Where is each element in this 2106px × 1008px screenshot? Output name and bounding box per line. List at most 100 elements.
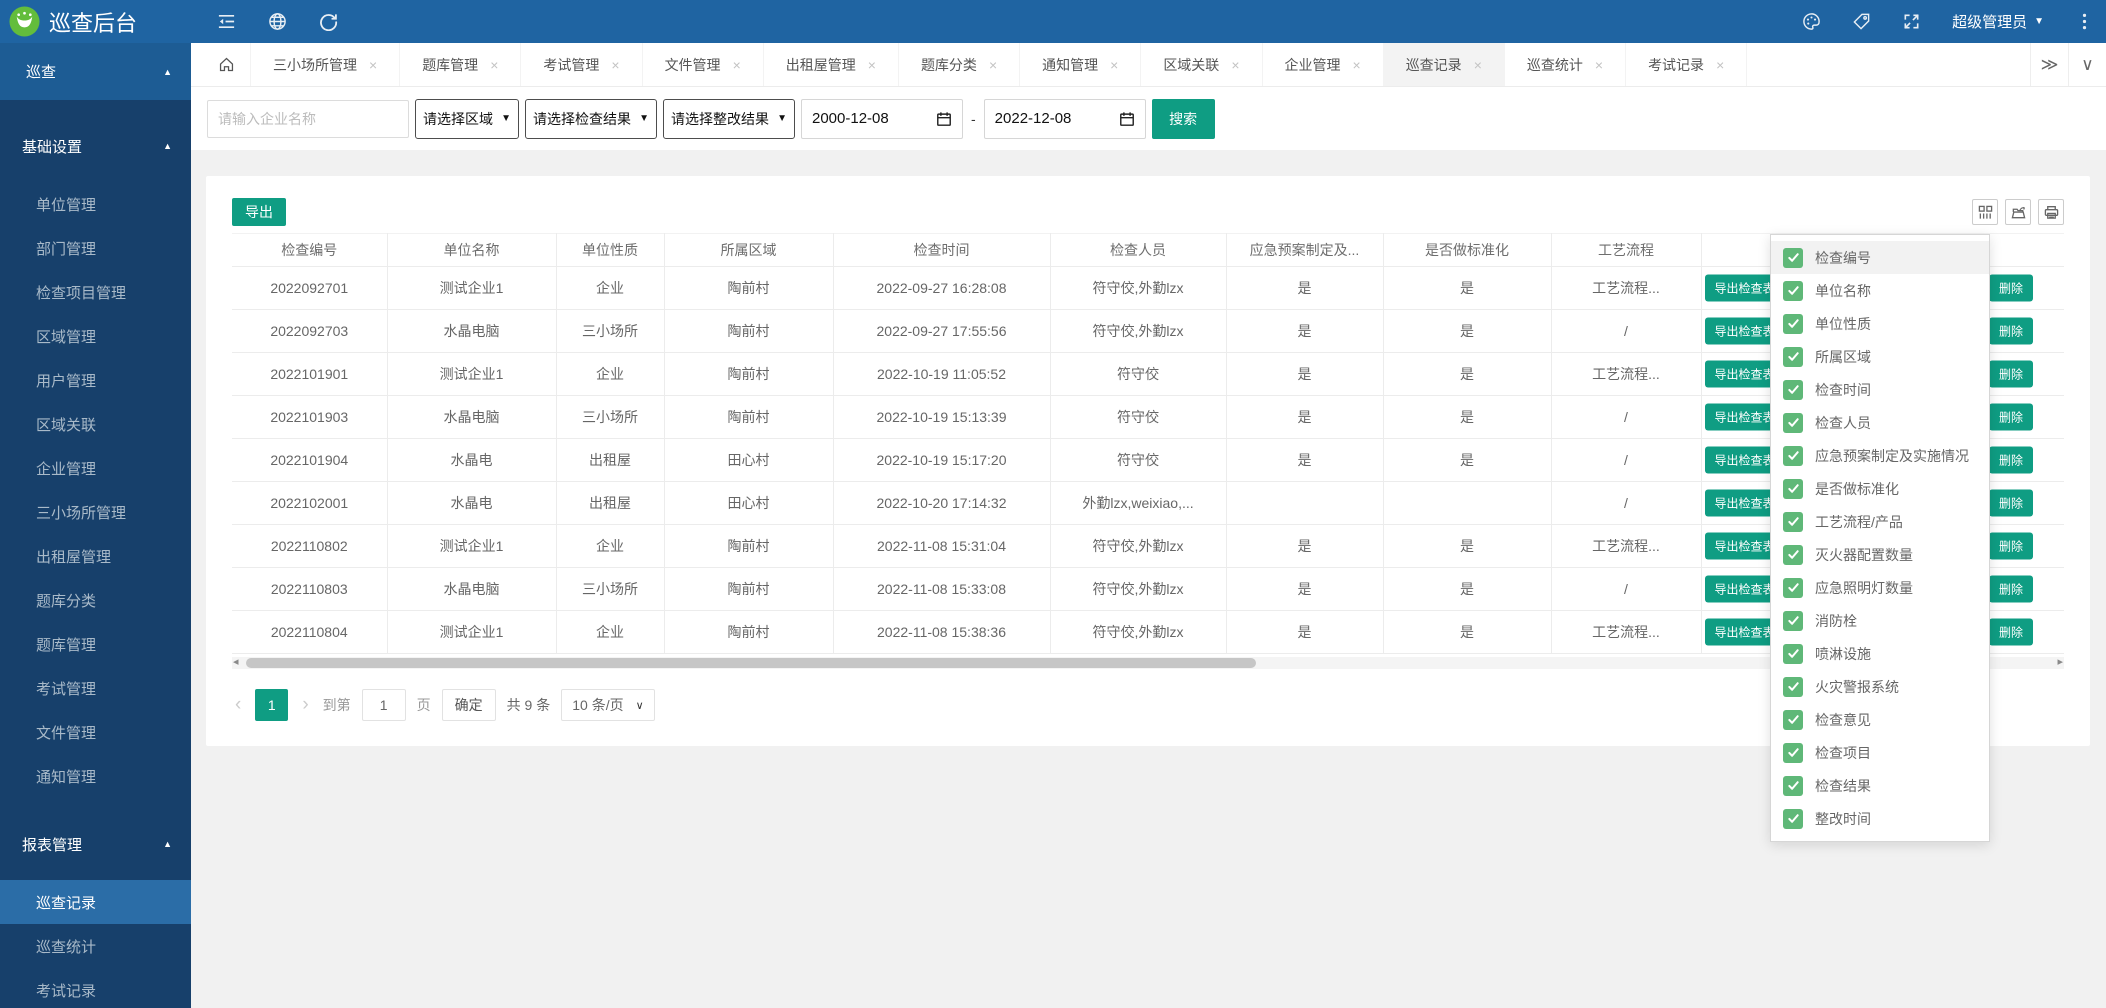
sidebar-group-report-management[interactable]: 报表管理 ▲ (0, 822, 191, 866)
tab-close-icon[interactable]: × (989, 57, 997, 73)
company-name-input[interactable] (207, 100, 409, 138)
checkbox-checked-icon[interactable] (1783, 776, 1803, 796)
print-button[interactable] (2038, 199, 2064, 225)
per-page-select[interactable]: 10 条/页 ∨ (561, 689, 654, 721)
scrollbar-thumb[interactable] (246, 658, 1256, 668)
sidebar-item[interactable]: 文件管理 (0, 710, 191, 754)
sidebar-item[interactable]: 题库分类 (0, 578, 191, 622)
column-visibility-button[interactable] (1972, 199, 1998, 225)
sidebar-item[interactable]: 用户管理 (0, 358, 191, 402)
row-delete-button[interactable]: 删除 (1989, 447, 2033, 474)
prev-page-icon[interactable]: ‹ (232, 694, 244, 716)
sidebar-group-basic-settings[interactable]: 基础设置 ▲ (0, 124, 191, 168)
row-delete-button[interactable]: 删除 (1989, 275, 2033, 302)
sidebar-item[interactable]: 检查项目管理 (0, 270, 191, 314)
theme-palette-icon[interactable] (1802, 12, 1821, 31)
tab[interactable]: 通知管理 × (1020, 43, 1141, 86)
column-toggle-item[interactable]: 火灾警报系统 (1771, 670, 1989, 703)
scroll-left-icon[interactable]: ◂ (233, 656, 239, 669)
column-header[interactable]: 所属区域 (664, 234, 833, 267)
column-toggle-item[interactable]: 检查时间 (1771, 373, 1989, 406)
checkbox-checked-icon[interactable] (1783, 578, 1803, 598)
scroll-right-icon[interactable]: ▸ (2057, 656, 2063, 669)
fullscreen-icon[interactable] (1902, 12, 1921, 31)
region-select[interactable]: 请选择区域 ▼ (415, 99, 519, 139)
row-delete-button[interactable]: 删除 (1989, 619, 2033, 646)
column-header[interactable]: 单位名称 (387, 234, 556, 267)
column-toggle-item[interactable]: 应急预案制定及实施情况 (1771, 439, 1989, 472)
checkbox-checked-icon[interactable] (1783, 710, 1803, 730)
tab[interactable]: 考试记录 × (1626, 43, 1747, 86)
tab-close-icon[interactable]: × (1110, 57, 1118, 73)
checkbox-checked-icon[interactable] (1783, 314, 1803, 334)
date-from-field[interactable]: 2000-12-08 (801, 99, 963, 139)
sidebar-item-xuncha[interactable]: 巡查 ▲ (0, 43, 191, 100)
column-toggle-item[interactable]: 喷淋设施 (1771, 637, 1989, 670)
checkbox-checked-icon[interactable] (1783, 347, 1803, 367)
checkbox-checked-icon[interactable] (1783, 413, 1803, 433)
checkbox-checked-icon[interactable] (1783, 677, 1803, 697)
tab-close-icon[interactable]: × (611, 57, 619, 73)
more-vertical-icon[interactable] (2075, 12, 2094, 31)
column-header[interactable]: 工艺流程 (1551, 234, 1701, 267)
sidebar-item[interactable]: 题库管理 (0, 622, 191, 666)
goto-page-input[interactable] (362, 689, 406, 721)
column-header[interactable]: 单位性质 (556, 234, 664, 267)
tab-close-icon[interactable]: × (1353, 57, 1361, 73)
sidebar-item[interactable]: 考试记录 (0, 968, 191, 1008)
column-toggle-item[interactable]: 检查结果 (1771, 769, 1989, 802)
row-delete-button[interactable]: 删除 (1989, 404, 2033, 431)
checkbox-checked-icon[interactable] (1783, 743, 1803, 763)
rectify-result-select[interactable]: 请选择整改结果 ▼ (663, 99, 795, 139)
sidebar-item[interactable]: 区域管理 (0, 314, 191, 358)
current-page-button[interactable]: 1 (255, 689, 288, 721)
tab[interactable]: 巡查统计 × (1505, 43, 1626, 86)
row-delete-button[interactable]: 删除 (1989, 490, 2033, 517)
row-delete-button[interactable]: 删除 (1989, 533, 2033, 560)
tab[interactable]: 巡查记录 × (1384, 43, 1505, 86)
sidebar-item[interactable]: 单位管理 (0, 182, 191, 226)
collapse-menu-icon[interactable] (217, 12, 236, 31)
column-header[interactable]: 应急预案制定及... (1226, 234, 1383, 267)
refresh-icon[interactable] (319, 12, 338, 31)
sidebar-item[interactable]: 巡查统计 (0, 924, 191, 968)
tab-home[interactable] (203, 43, 251, 86)
export-data-button[interactable] (2005, 199, 2031, 225)
column-toggle-item[interactable]: 单位名称 (1771, 274, 1989, 307)
checkbox-checked-icon[interactable] (1783, 809, 1803, 829)
check-result-select[interactable]: 请选择检查结果 ▼ (525, 99, 657, 139)
tag-icon[interactable] (1852, 12, 1871, 31)
checkbox-checked-icon[interactable] (1783, 545, 1803, 565)
export-button[interactable]: 导出 (232, 198, 286, 226)
tab-close-icon[interactable]: × (1716, 57, 1724, 73)
tab[interactable]: 区域关联 × (1141, 43, 1262, 86)
sidebar-item[interactable]: 部门管理 (0, 226, 191, 270)
user-menu[interactable]: 超级管理员 ▼ (1952, 11, 2044, 32)
tab[interactable]: 考试管理 × (521, 43, 642, 86)
column-header[interactable]: 检查时间 (833, 234, 1050, 267)
tab[interactable]: 企业管理 × (1263, 43, 1384, 86)
column-toggle-item[interactable]: 整改时间 (1771, 802, 1989, 835)
tab-close-icon[interactable]: × (1231, 57, 1239, 73)
column-toggle-item[interactable]: 是否做标准化 (1771, 472, 1989, 505)
tab[interactable]: 三小场所管理 × (251, 43, 400, 86)
column-toggle-item[interactable]: 灭火器配置数量 (1771, 538, 1989, 571)
checkbox-checked-icon[interactable] (1783, 248, 1803, 268)
tab-close-icon[interactable]: × (1474, 57, 1482, 73)
globe-icon[interactable] (268, 12, 287, 31)
tab-menu-button[interactable]: ∨ (2068, 43, 2106, 86)
search-button[interactable]: 搜索 (1152, 99, 1215, 139)
column-toggle-item[interactable]: 消防栓 (1771, 604, 1989, 637)
column-toggle-item[interactable]: 工艺流程/产品 (1771, 505, 1989, 538)
column-toggle-item[interactable]: 所属区域 (1771, 340, 1989, 373)
tab[interactable]: 题库分类 × (899, 43, 1020, 86)
column-toggle-item[interactable]: 单位性质 (1771, 307, 1989, 340)
row-delete-button[interactable]: 删除 (1989, 318, 2033, 345)
row-delete-button[interactable]: 删除 (1989, 361, 2033, 388)
sidebar-item[interactable]: 考试管理 (0, 666, 191, 710)
column-header[interactable]: 检查人员 (1050, 234, 1226, 267)
tab[interactable]: 出租屋管理 × (764, 43, 899, 86)
column-toggle-item[interactable]: 检查人员 (1771, 406, 1989, 439)
tab-close-icon[interactable]: × (490, 57, 498, 73)
tab[interactable]: 文件管理 × (643, 43, 764, 86)
